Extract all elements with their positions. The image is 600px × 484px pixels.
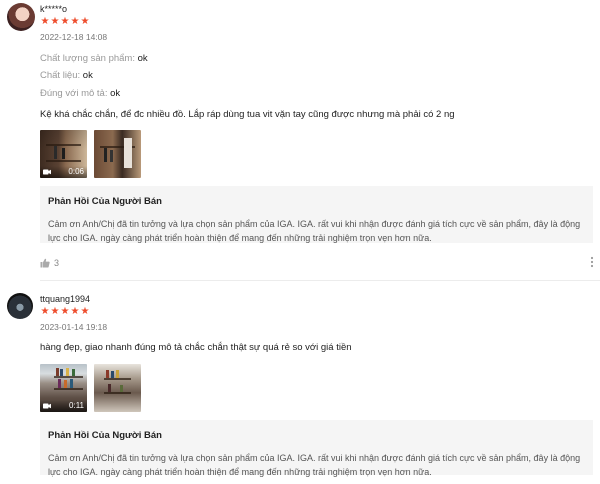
thumbs-up-icon: [40, 258, 50, 268]
seller-reply: Phản Hồi Của Người Bán Cảm ơn Anh/Chị đã…: [40, 186, 593, 243]
review-timestamp: 2022-12-18 14:08: [40, 32, 108, 42]
reply-text: Cảm ơn Anh/Chị đã tin tưởng và lựa chọn …: [48, 219, 581, 243]
review-divider: [40, 280, 600, 281]
review-timestamp: 2023-01-14 19:18: [40, 322, 108, 332]
seller-reply: Phản Hồi Của Người Bán Cảm ơn Anh/Chị đã…: [40, 420, 593, 477]
star-icon: ★: [50, 306, 60, 317]
username[interactable]: ttquang1994: [40, 294, 90, 304]
more-vertical-icon[interactable]: [590, 256, 594, 268]
attribute-material: Chất liệu: ok: [40, 70, 93, 81]
star-icon: ★: [70, 306, 80, 317]
attribute-quality: Chất lượng sản phẩm: ok: [40, 53, 148, 64]
reply-title: Phản Hồi Của Người Bán: [48, 196, 162, 207]
star-icon: ★: [70, 16, 80, 27]
like-button[interactable]: 3: [40, 258, 59, 268]
attribute-label: Chất liệu:: [40, 70, 81, 81]
star-icon: ★: [80, 16, 90, 27]
star-icon: ★: [40, 306, 50, 317]
attribute-label: Đúng với mô tả:: [40, 88, 108, 99]
video-camera-icon: [43, 169, 51, 175]
username[interactable]: k*****o: [40, 4, 67, 14]
star-icon: ★: [40, 16, 50, 27]
review-video-thumbnail[interactable]: 0:06: [40, 130, 87, 178]
attribute-value: ok: [110, 88, 121, 99]
video-camera-icon: [43, 403, 51, 409]
rating-stars: ★★★★★: [40, 306, 90, 317]
review-card: k*****o ★★★★★ 2022-12-18 14:08 Chất lượn…: [0, 0, 600, 282]
review-comment: Kệ khá chắc chắn, để đc nhiều đồ. Lắp rá…: [40, 109, 455, 120]
reply-title: Phản Hồi Của Người Bán: [48, 430, 162, 441]
review-card: ttquang1994 ★★★★★ 2023-01-14 19:18 hàng …: [0, 282, 600, 484]
review-image-thumbnail[interactable]: [94, 364, 141, 412]
video-duration: 0:06: [68, 167, 84, 176]
attribute-value: ok: [82, 70, 93, 81]
attribute-description-match: Đúng với mô tả: ok: [40, 88, 120, 99]
star-icon: ★: [60, 306, 70, 317]
star-icon: ★: [80, 306, 90, 317]
avatar[interactable]: [7, 3, 35, 31]
reply-text: Cảm ơn Anh/Chị đã tin tưởng và lựa chọn …: [48, 453, 581, 477]
review-video-thumbnail[interactable]: 0:11: [40, 364, 87, 412]
review-comment: hàng đẹp, giao nhanh đúng mô tả chắc chắ…: [40, 342, 352, 353]
star-icon: ★: [50, 16, 60, 27]
like-count: 3: [54, 258, 60, 268]
avatar[interactable]: [7, 293, 33, 319]
attribute-value: ok: [137, 53, 148, 64]
attribute-label: Chất lượng sản phẩm:: [40, 53, 135, 64]
rating-stars: ★★★★★: [40, 16, 90, 27]
video-duration: 0:11: [69, 401, 84, 410]
review-image-thumbnail[interactable]: [94, 130, 141, 178]
star-icon: ★: [60, 16, 70, 27]
